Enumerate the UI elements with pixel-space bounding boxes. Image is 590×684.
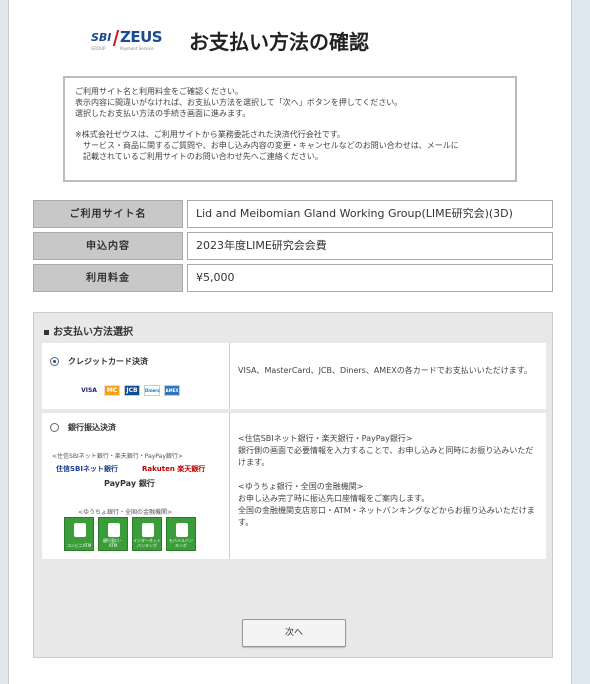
convenience-atm-icon: コンビニATM bbox=[64, 517, 94, 551]
credit-card-description: VISA、MasterCard、JCB、Diners、AMEXの各カードでお支払… bbox=[238, 366, 532, 375]
credit-card-radio[interactable] bbox=[50, 357, 59, 366]
bank-desc-line: 全国の金融機関支店窓口・ATM・ネットバンキングなどからお振り込みいただけます。 bbox=[238, 506, 535, 527]
notice-line: ※株式会社ゼウスは、ご利用サイトから業務委託された決済代行会社です。 bbox=[75, 130, 345, 139]
diners-icon: Diners bbox=[144, 385, 160, 396]
bank-desc-line: 銀行側の画面で必要情報を入力することで、お申し込みと同時にお振り込みいただけます… bbox=[238, 446, 534, 467]
credit-card-option-left: クレジットカード決済 VISA MC JCB Diners AMEX bbox=[42, 343, 230, 409]
notice-line: 記載されているご利用サイトのお問い合わせ先へご連絡ください。 bbox=[83, 152, 323, 161]
internet-banking-label: インターネットバンキング bbox=[133, 538, 161, 548]
info-row-content: 申込内容 2023年度LIME研究会会費 bbox=[33, 232, 553, 262]
bank-transfer-option[interactable]: 銀行振込決済 <住信SBIネット銀行・楽天銀行・PayPay銀行> 住信SBIネ… bbox=[42, 413, 546, 559]
info-row-fee: 利用料金 ¥5,000 bbox=[33, 264, 553, 294]
site-name-label: ご利用サイト名 bbox=[33, 200, 183, 228]
bank-transfer-option-left: 銀行振込決済 <住信SBIネット銀行・楽天銀行・PayPay銀行> 住信SBIネ… bbox=[42, 413, 230, 559]
bank-counter-atm-icon: 銀行窓口・ATM bbox=[98, 517, 128, 551]
bank-desc-line: <ゆうちょ銀行・全国の金融機関> bbox=[238, 482, 364, 491]
mobile-banking-label: モバイルバンキング bbox=[168, 538, 194, 548]
bank-group2-caption: <ゆうちょ銀行・全国の金融機関> bbox=[78, 509, 173, 516]
visa-icon: VISA bbox=[78, 385, 100, 396]
fee-value: ¥5,000 bbox=[187, 264, 553, 292]
next-button[interactable]: 次へ bbox=[242, 619, 346, 647]
logo-sbi-text: SBI bbox=[91, 31, 112, 44]
bank-transfer-radio[interactable] bbox=[50, 423, 59, 432]
fee-label: 利用料金 bbox=[33, 264, 183, 292]
info-row-site: ご利用サイト名 Lid and Meibomian Gland Working … bbox=[33, 200, 553, 230]
notice-line: 表示内容に間違いがなければ、お支払い方法を選択して「次へ」ボタンを押してください… bbox=[75, 98, 403, 107]
bank-desc-line: <住信SBIネット銀行・楽天銀行・PayPay銀行> bbox=[238, 434, 413, 443]
mobile-banking-icon: モバイルバンキング bbox=[166, 517, 196, 551]
notice-line: ご利用サイト名と利用料金をご確認ください。 bbox=[75, 87, 243, 96]
payment-method-section: お支払い方法選択 クレジットカード決済 VISA MC JCB Diners A… bbox=[33, 312, 553, 658]
site-name-value: Lid and Meibomian Gland Working Group(LI… bbox=[187, 200, 553, 228]
internet-banking-icon: インターネットバンキング bbox=[132, 517, 162, 551]
bank-transfer-description: <住信SBIネット銀行・楽天銀行・PayPay銀行> 銀行側の画面で必要情報を入… bbox=[238, 433, 538, 529]
content-value: 2023年度LIME研究会会費 bbox=[187, 232, 553, 260]
payment-method-heading-text: お支払い方法選択 bbox=[53, 327, 133, 338]
content-label: 申込内容 bbox=[33, 232, 183, 260]
logo-zeus-text: ZEUS bbox=[120, 28, 163, 46]
page-title: お支払い方法の確認 bbox=[189, 30, 369, 54]
logo-group-text: GROUP bbox=[91, 46, 106, 51]
bank-transfer-label: 銀行振込決済 bbox=[68, 423, 116, 432]
credit-card-label: クレジットカード決済 bbox=[68, 357, 148, 366]
mastercard-icon: MC bbox=[104, 385, 120, 396]
sbi-bank-logo: 住信SBIネット銀行 bbox=[56, 465, 118, 473]
convenience-atm-label: コンビニATM bbox=[66, 543, 92, 548]
notice-line: サービス・商品に関するご質問や、お申し込み内容の変更・キャンセルなどのお問い合わ… bbox=[83, 141, 459, 150]
notice-box: ご利用サイト名と利用料金をご確認ください。 表示内容に間違いがなければ、お支払い… bbox=[63, 76, 517, 182]
jcb-icon: JCB bbox=[124, 385, 140, 396]
payment-method-heading: お支払い方法選択 bbox=[44, 323, 133, 338]
notice-line: 選択したお支払い方法の手続き画面に進みます。 bbox=[75, 109, 251, 118]
header: SBI ZEUS GROUP Payment Service お支払い方法の確認 bbox=[9, 0, 571, 80]
logo-bar bbox=[112, 30, 120, 46]
zeus-logo: SBI ZEUS GROUP Payment Service bbox=[91, 28, 163, 56]
bank-desc-line: お申し込み完了時に振込先口座情報をご案内します。 bbox=[238, 494, 430, 503]
heading-square-icon bbox=[44, 329, 49, 335]
bank-group1-caption: <住信SBIネット銀行・楽天銀行・PayPay銀行> bbox=[52, 453, 183, 460]
page-container: SBI ZEUS GROUP Payment Service お支払い方法の確認… bbox=[8, 0, 572, 684]
amex-icon: AMEX bbox=[164, 385, 180, 396]
paypay-bank-logo: PayPay 銀行 bbox=[104, 479, 155, 488]
credit-card-option[interactable]: クレジットカード決済 VISA MC JCB Diners AMEX VISA、… bbox=[42, 343, 546, 409]
bank-counter-atm-label: 銀行窓口・ATM bbox=[103, 538, 123, 548]
rakuten-bank-logo: Rakuten 楽天銀行 bbox=[142, 465, 206, 473]
logo-sub-text: Payment Service bbox=[120, 46, 154, 51]
